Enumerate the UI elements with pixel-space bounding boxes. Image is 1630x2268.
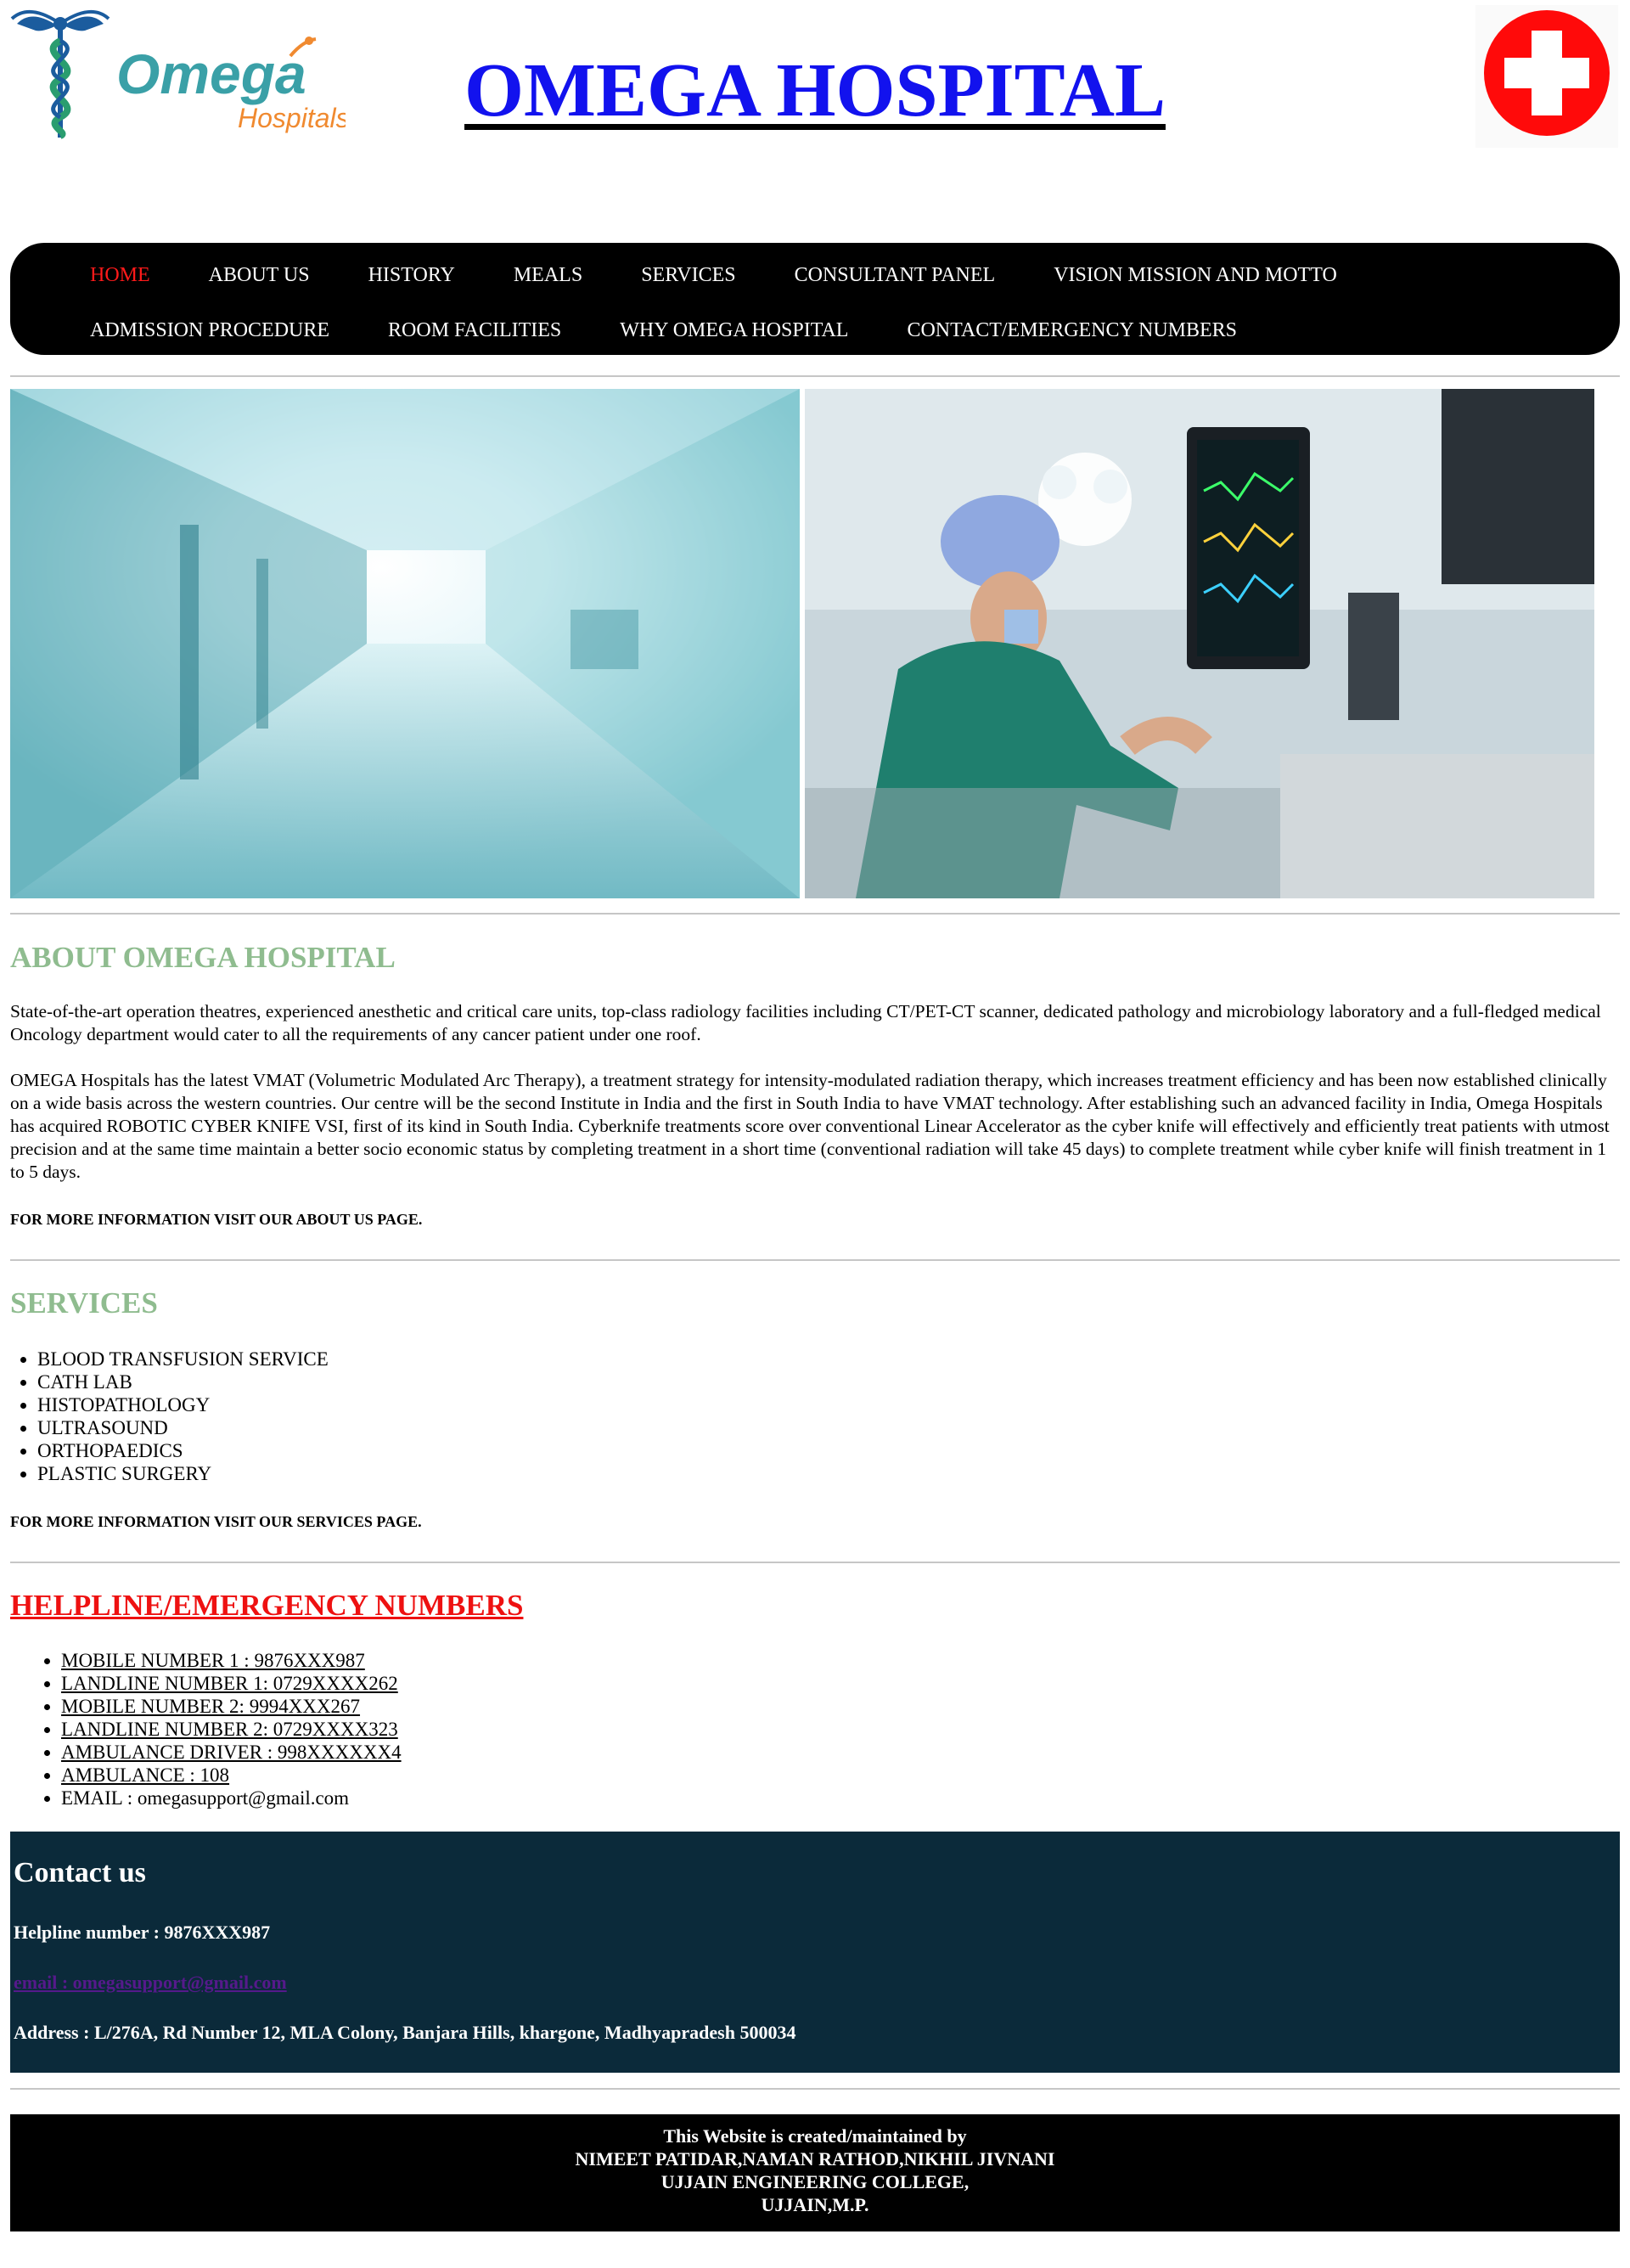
footer-city: UJJAIN,M.P.	[761, 2194, 869, 2215]
phone-link[interactable]: MOBILE NUMBER 1 : 9876XXX987	[61, 1650, 365, 1671]
red-cross-icon	[1475, 5, 1618, 148]
nav-item-contact-emergency-numbers[interactable]: CONTACT/EMERGENCY NUMBERS	[907, 319, 1237, 342]
divider	[10, 375, 1620, 377]
list-item[interactable]: MOBILE NUMBER 1 : 9876XXX987	[61, 1649, 402, 1672]
phone-link[interactable]: AMBULANCE : 108	[61, 1764, 229, 1786]
divider	[10, 913, 1620, 915]
nav-item-meals[interactable]: MEALS	[514, 264, 582, 287]
nav-item-vision-mission-motto[interactable]: VISION MISSION AND MOTTO	[1054, 264, 1337, 287]
operating-room-image	[805, 389, 1594, 898]
phone-link[interactable]: MOBILE NUMBER 2: 9994XXX267	[61, 1696, 360, 1717]
about-paragraph-2: OMEGA Hospitals has the latest VMAT (Vol…	[10, 1070, 1610, 1182]
footer-credit-line: This Website is created/maintained by	[663, 2125, 967, 2147]
list-item[interactable]: AMBULANCE DRIVER : 998XXXXXX4	[61, 1741, 402, 1764]
divider	[10, 2088, 1620, 2090]
contact-email-link[interactable]: email : omegasupport@gmail.com	[14, 1972, 287, 1993]
header: Omega Hospitals OMEGA HOSPITAL	[10, 0, 1620, 221]
list-item: HISTOPATHOLOGY	[37, 1393, 329, 1416]
divider	[10, 1562, 1620, 1563]
list-item[interactable]: LANDLINE NUMBER 1: 0729XXXX262	[61, 1672, 402, 1695]
list-item: CATH LAB	[37, 1370, 329, 1393]
contact-section: Contact us Helpline number : 9876XXX987 …	[10, 1832, 1620, 2073]
about-paragraph-1: State-of-the-art operation theatres, exp…	[10, 1001, 1601, 1044]
contact-helpline: Helpline number : 9876XXX987	[14, 1922, 271, 1943]
contact-address: Address : L/276A, Rd Number 12, MLA Colo…	[14, 2022, 796, 2043]
nav-item-about-us[interactable]: ABOUT US	[209, 264, 310, 287]
about-heading: ABOUT OMEGA HOSPITAL	[10, 941, 396, 974]
footer-authors: NIMEET PATIDAR,NAMAN RATHOD,NIKHIL JIVNA…	[575, 2148, 1055, 2170]
nav-item-room-facilities[interactable]: ROOM FACILITIES	[388, 319, 561, 342]
nav-item-services[interactable]: SERVICES	[641, 264, 735, 287]
list-item: BLOOD TRANSFUSION SERVICE	[37, 1348, 329, 1370]
services-heading: SERVICES	[10, 1286, 158, 1320]
divider	[10, 1259, 1620, 1261]
hospital-corridor-image	[10, 389, 800, 898]
phone-link[interactable]: LANDLINE NUMBER 2: 0729XXXX323	[61, 1719, 398, 1740]
helpline-list: MOBILE NUMBER 1 : 9876XXX987 LANDLINE NU…	[34, 1649, 402, 1809]
list-item[interactable]: MOBILE NUMBER 2: 9994XXX267	[61, 1695, 402, 1718]
helpline-heading[interactable]: HELPLINE/EMERGENCY NUMBERS	[10, 1589, 523, 1623]
about-more-info-note: FOR MORE INFORMATION VISIT OUR ABOUT US …	[10, 1211, 423, 1228]
nav-item-why-omega-hospital[interactable]: WHY OMEGA HOSPITAL	[620, 319, 848, 342]
contact-title: Contact us	[14, 1857, 146, 1888]
list-item: ORTHOPAEDICS	[37, 1439, 329, 1462]
page-title[interactable]: OMEGA HOSPITAL	[464, 53, 1166, 129]
services-list: BLOOD TRANSFUSION SERVICE CATH LAB HISTO…	[10, 1348, 329, 1485]
list-item[interactable]: LANDLINE NUMBER 2: 0729XXXX323	[61, 1718, 402, 1741]
footer-college: UJJAIN ENGINEERING COLLEGE,	[660, 2171, 970, 2192]
nav-row-1: HOME ABOUT US HISTORY MEALS SERVICES CON…	[90, 248, 1620, 303]
nav-item-history[interactable]: HISTORY	[368, 264, 455, 287]
main-navigation: HOME ABOUT US HISTORY MEALS SERVICES CON…	[10, 243, 1620, 355]
services-more-info-note: FOR MORE INFORMATION VISIT OUR SERVICES …	[10, 1513, 422, 1530]
list-item: EMAIL : omegasupport@gmail.com	[61, 1787, 402, 1809]
nav-item-home[interactable]: HOME	[90, 264, 150, 287]
list-item: PLASTIC SURGERY	[37, 1462, 329, 1485]
phone-link[interactable]: LANDLINE NUMBER 1: 0729XXXX262	[61, 1673, 398, 1694]
list-item: ULTRASOUND	[37, 1416, 329, 1439]
nav-item-consultant-panel[interactable]: CONSULTANT PANEL	[795, 264, 996, 287]
phone-link[interactable]: AMBULANCE DRIVER : 998XXXXXX4	[61, 1742, 402, 1763]
list-item[interactable]: AMBULANCE : 108	[61, 1764, 402, 1787]
footer: This Website is created/maintained by NI…	[10, 2114, 1620, 2231]
nav-item-admission-procedure[interactable]: ADMISSION PROCEDURE	[90, 319, 329, 342]
nav-row-2: ADMISSION PROCEDURE ROOM FACILITIES WHY …	[90, 303, 1620, 358]
